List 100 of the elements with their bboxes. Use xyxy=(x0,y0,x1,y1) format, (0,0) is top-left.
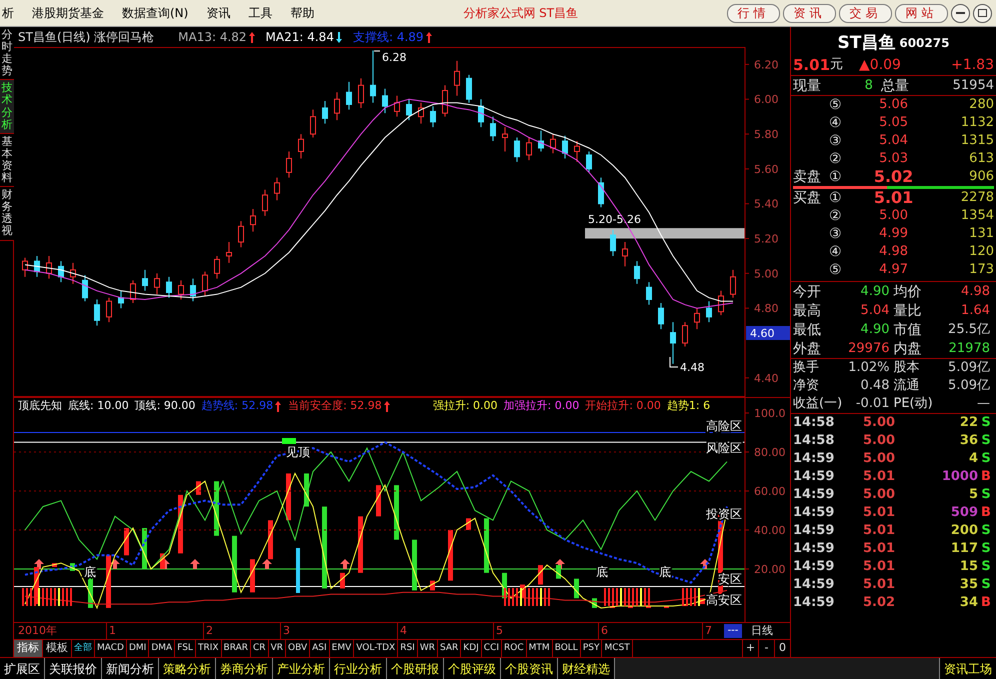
candlestick xyxy=(358,78,364,108)
menu-item[interactable]: 析 xyxy=(0,4,23,22)
candlestick xyxy=(478,98,484,128)
mode-tab[interactable]: 指标 xyxy=(14,640,43,657)
bottom-tab[interactable]: 行业分析 xyxy=(330,658,387,679)
tick-side: S xyxy=(980,414,992,432)
candlestick xyxy=(262,189,268,216)
stat-value: 51954 xyxy=(952,76,994,94)
menu-item[interactable]: 资讯 xyxy=(197,4,240,22)
candlestick xyxy=(406,98,412,121)
side-tab[interactable]: 财务透视 xyxy=(0,187,14,240)
toolbar-button[interactable]: 交易 xyxy=(839,4,892,22)
minimize-button[interactable] xyxy=(951,4,970,22)
candlestick xyxy=(346,81,352,110)
bottom-tab[interactable]: 个股研报 xyxy=(387,658,444,679)
tick-time: 14:59 xyxy=(793,594,836,612)
order-volume: 1315 xyxy=(960,132,994,150)
high-price-label: 6.28 xyxy=(382,51,406,64)
stat-value: 8 xyxy=(864,76,873,94)
candlestick xyxy=(490,116,496,142)
tick-volume: 5 xyxy=(968,486,978,504)
order-volume: 1354 xyxy=(960,207,994,225)
candlestick xyxy=(118,290,124,309)
leader-line xyxy=(670,356,678,368)
candlestick xyxy=(454,60,460,96)
minimize-icon xyxy=(956,12,965,14)
side-tab[interactable]: 分时走势 xyxy=(0,27,14,80)
order-price: 5.00 xyxy=(878,207,910,225)
stat-value: 29976 xyxy=(848,340,890,358)
bottom-tab[interactable]: 新闻分析 xyxy=(102,658,159,679)
candlestick xyxy=(238,220,244,248)
bottom-tab[interactable]: 财经精选 xyxy=(558,658,615,679)
top-signal-marker xyxy=(282,438,296,444)
stat-value: 1.64 xyxy=(961,302,990,320)
month-label: 4 xyxy=(397,623,407,639)
toolbar-button[interactable]: 网站 xyxy=(895,4,948,22)
candlestick xyxy=(202,271,208,297)
zone-label: 高险区 xyxy=(706,419,742,433)
side-tab[interactable]: 技术分析 xyxy=(0,80,14,134)
candlestick xyxy=(226,242,232,264)
stat-value: 4.90 xyxy=(860,282,890,300)
stat-value: 5.09亿 xyxy=(948,359,990,377)
bottom-tab[interactable]: 产业分析 xyxy=(273,658,330,679)
stat-value: — xyxy=(977,395,990,413)
zone-label: 投资区 xyxy=(706,507,742,521)
tick-volume: 4 xyxy=(968,450,978,468)
tick-price: 5.01 xyxy=(863,468,896,486)
indicator-value: 强拉升: 0.00 xyxy=(432,398,498,414)
up-arrow-icon xyxy=(700,559,710,569)
stat-value: 25.5亿 xyxy=(948,320,990,338)
candlestick xyxy=(82,274,88,302)
tick-time: 14:58 xyxy=(793,432,836,450)
price-axis-label: 5.40 xyxy=(754,198,778,211)
bottom-tab[interactable]: 券商分析 xyxy=(216,658,273,679)
candlestick xyxy=(250,208,256,232)
leader-line xyxy=(374,50,380,52)
menu-item[interactable]: 帮助 xyxy=(281,4,324,22)
indicator-value: MA13: 4.82 xyxy=(178,29,247,46)
tick-side: S xyxy=(980,432,992,450)
stat-label: 最低 xyxy=(793,320,821,338)
tick-volume: 1000 xyxy=(942,468,978,486)
indicator-axis-label: 80.00 xyxy=(754,446,786,459)
order-price: 4.97 xyxy=(878,261,910,279)
tick-price: 5.01 xyxy=(863,576,896,594)
bottom-tab[interactable]: 策略分析 xyxy=(159,658,216,679)
low-price-label: 4.48 xyxy=(680,361,704,374)
candlestick xyxy=(586,150,592,173)
order-volume: 906 xyxy=(969,168,994,186)
price-axis-label: 4.40 xyxy=(754,372,778,385)
bottom-tab[interactable]: 资讯工场 xyxy=(939,658,996,679)
stat-label: 换手 xyxy=(793,359,819,377)
order-volume: 131 xyxy=(969,225,994,243)
mode-tab[interactable]: 模板 xyxy=(43,640,72,657)
candlestick xyxy=(190,278,196,302)
toolbar-button[interactable]: 行情 xyxy=(727,4,780,22)
month-label: 6 xyxy=(598,623,608,639)
side-tab[interactable]: 基本资料 xyxy=(0,134,14,188)
bottom-tab[interactable]: 个股评级 xyxy=(444,658,501,679)
price-axis-label: 5.20 xyxy=(754,232,778,246)
current-price-marker: 4.60 xyxy=(746,326,790,340)
restore-button[interactable] xyxy=(973,4,992,22)
candlestick xyxy=(214,255,220,280)
bottom-tab[interactable]: 关联报价 xyxy=(45,658,102,679)
stat-value: 4.90 xyxy=(860,320,890,338)
indicator-value: 底线: 10.00 xyxy=(68,398,129,414)
stat-label: 外盘 xyxy=(793,340,821,358)
candlestick xyxy=(730,269,736,298)
menu-item[interactable]: 工具 xyxy=(239,4,282,22)
tick-price: 5.00 xyxy=(863,450,896,468)
menu-item[interactable]: 数据查询(N) xyxy=(113,4,198,22)
up-arrow-icon xyxy=(34,559,44,569)
candlestick xyxy=(514,137,520,162)
menu-item[interactable]: 港股期货基金 xyxy=(23,4,113,22)
stock-code: 600275 xyxy=(899,35,950,52)
toolbar-button[interactable]: 资讯 xyxy=(783,4,836,22)
bottom-tab[interactable]: 扩展区 xyxy=(0,658,45,679)
stat-value: 4.98 xyxy=(961,282,990,300)
order-level: ③ xyxy=(829,225,842,243)
bottom-tab[interactable]: 个股资讯 xyxy=(501,658,558,679)
candlestick xyxy=(334,92,340,121)
